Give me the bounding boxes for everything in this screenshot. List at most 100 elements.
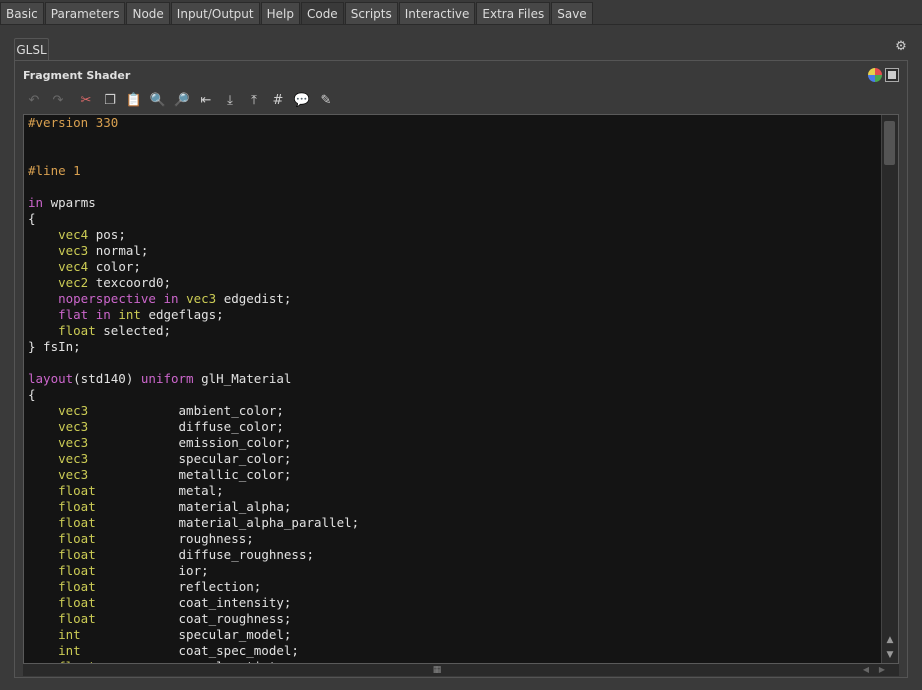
tab-help[interactable]: Help [260,2,300,24]
code-editor[interactable]: #version 330 #line 1 in wparms{ vec4 pos; … [23,114,899,664]
code-line[interactable]: float coat_intensity; [28,595,880,611]
color-scheme-icon[interactable] [868,68,882,82]
scroll-right-arrow-icon[interactable]: ▶ [875,664,889,676]
code-token: glH_Material [193,371,292,386]
code-token: coat_spec_model; [80,643,299,658]
code-line[interactable]: vec2 texcoord0; [28,275,880,291]
code-token: specular_model; [80,627,292,642]
paste-icon[interactable]: 📋 [125,92,143,110]
code-line[interactable]: #version 330 [28,115,880,131]
code-line[interactable]: vec4 pos; [28,227,880,243]
header-icons [868,68,899,82]
window-mode-icon[interactable] [885,68,899,82]
code-token: in [28,195,44,210]
glsl-panel-wrapper: GLSL ⚙ Fragment Shader ↶ ↷ ✂ ❐ 📋 🔍 🔎 ⇤ ⤓ ⤒ # 💬 ✎ #ve… [14,38,908,678]
code-line[interactable]: float specular_tint; [28,659,880,663]
code-line[interactable]: { [28,387,880,403]
code-line[interactable]: #line 1 [28,163,880,179]
code-token: material_alpha_parallel; [95,515,360,530]
cut-icon[interactable]: ✂ [77,92,95,110]
unindent-icon[interactable]: ⇤ [197,92,215,110]
code-line[interactable]: vec3 specular_color; [28,451,880,467]
code-line[interactable]: { [28,211,880,227]
parameter-tab-bar: Basic Parameters Node Input/Output Help Code S… [0,0,922,25]
import-file-icon[interactable]: ⤓ [221,92,239,110]
code-line[interactable]: vec3 ambient_color; [28,403,880,419]
tab-node[interactable]: Node [126,2,170,24]
code-line[interactable]: vec4 color; [28,259,880,275]
redo-icon[interactable]: ↷ [49,92,67,110]
tab-scripts[interactable]: Scripts [344,2,398,24]
comment-icon[interactable]: # [269,92,287,110]
undo-icon[interactable]: ↶ [25,92,43,110]
code-line[interactable]: noperspective in vec3 edgedist; [28,291,880,307]
code-token: vec3 [58,435,89,450]
editor-toolbar: ↶ ↷ ✂ ❐ 📋 🔍 🔎 ⇤ ⤓ ⤒ # 💬 ✎ [25,92,341,110]
tab-extra-files[interactable]: Extra Files [476,2,551,24]
code-line[interactable]: float reflection; [28,579,880,595]
copy-icon[interactable]: ❐ [101,92,119,110]
scroll-down-arrow-icon[interactable]: ▼ [882,648,898,662]
bottom-border [0,682,922,690]
code-line[interactable]: int specular_model; [28,627,880,643]
code-line[interactable]: float material_alpha; [28,499,880,515]
resize-grip-icon[interactable]: ▦ [431,665,443,675]
code-token: vec3 [58,243,89,258]
code-line[interactable]: in wparms [28,195,880,211]
tab-interactive[interactable]: Interactive [398,2,476,24]
code-line[interactable]: } fsIn; [28,339,880,355]
code-line[interactable]: vec3 diffuse_color; [28,419,880,435]
code-token: ior; [95,563,209,578]
code-line[interactable]: vec3 normal; [28,243,880,259]
code-line[interactable]: float diffuse_roughness; [28,547,880,563]
scrollbar-thumb[interactable] [884,121,895,165]
code-line[interactable]: float metal; [28,483,880,499]
code-line[interactable]: flat in int edgeflags; [28,307,880,323]
code-line[interactable]: int coat_spec_model; [28,643,880,659]
code-token: ambient_color; [88,403,284,418]
find-icon[interactable]: 🔍 [149,92,167,110]
code-line[interactable]: float coat_roughness; [28,611,880,627]
tab-parameters[interactable]: Parameters [44,2,126,24]
code-line[interactable] [28,147,880,163]
notes-icon[interactable]: ✎ [317,92,335,110]
code-token: edgeflags; [140,307,224,322]
vertical-scrollbar[interactable]: ▲ ▼ [881,115,898,663]
code-token: #version 330 [28,115,119,130]
uncomment-icon[interactable]: 💬 [293,92,311,110]
find-replace-icon[interactable]: 🔎 [173,92,191,110]
scroll-up-arrow-icon[interactable]: ▲ [882,633,898,647]
code-token: float [58,579,96,594]
export-file-icon[interactable]: ⤒ [245,92,263,110]
code-line[interactable]: vec3 emission_color; [28,435,880,451]
tab-basic[interactable]: Basic [0,2,44,24]
code-line[interactable]: float material_alpha_parallel; [28,515,880,531]
gear-icon[interactable]: ⚙ [894,40,908,54]
tab-code[interactable]: Code [300,2,344,24]
tab-glsl[interactable]: GLSL [14,38,49,60]
tab-input-output[interactable]: Input/Output [170,2,260,24]
code-token: metallic_color; [88,467,292,482]
code-line[interactable] [28,131,880,147]
code-line[interactable]: float ior; [28,563,880,579]
scroll-left-arrow-icon[interactable]: ◀ [859,664,873,676]
code-text-area[interactable]: #version 330 #line 1 in wparms{ vec4 pos; … [28,115,880,663]
code-line[interactable]: layout(std140) uniform glH_Material [28,371,880,387]
code-token: { [28,387,36,402]
code-line[interactable] [28,179,880,195]
code-line[interactable] [28,355,880,371]
code-token: float [58,595,96,610]
code-line[interactable]: float selected; [28,323,880,339]
code-token: coat_roughness; [95,611,292,626]
code-line[interactable]: float roughness; [28,531,880,547]
tab-save[interactable]: Save [551,2,593,24]
code-line[interactable]: vec3 metallic_color; [28,467,880,483]
horizontal-scrollbar[interactable]: ▦ ◀ ▶ [23,664,899,676]
